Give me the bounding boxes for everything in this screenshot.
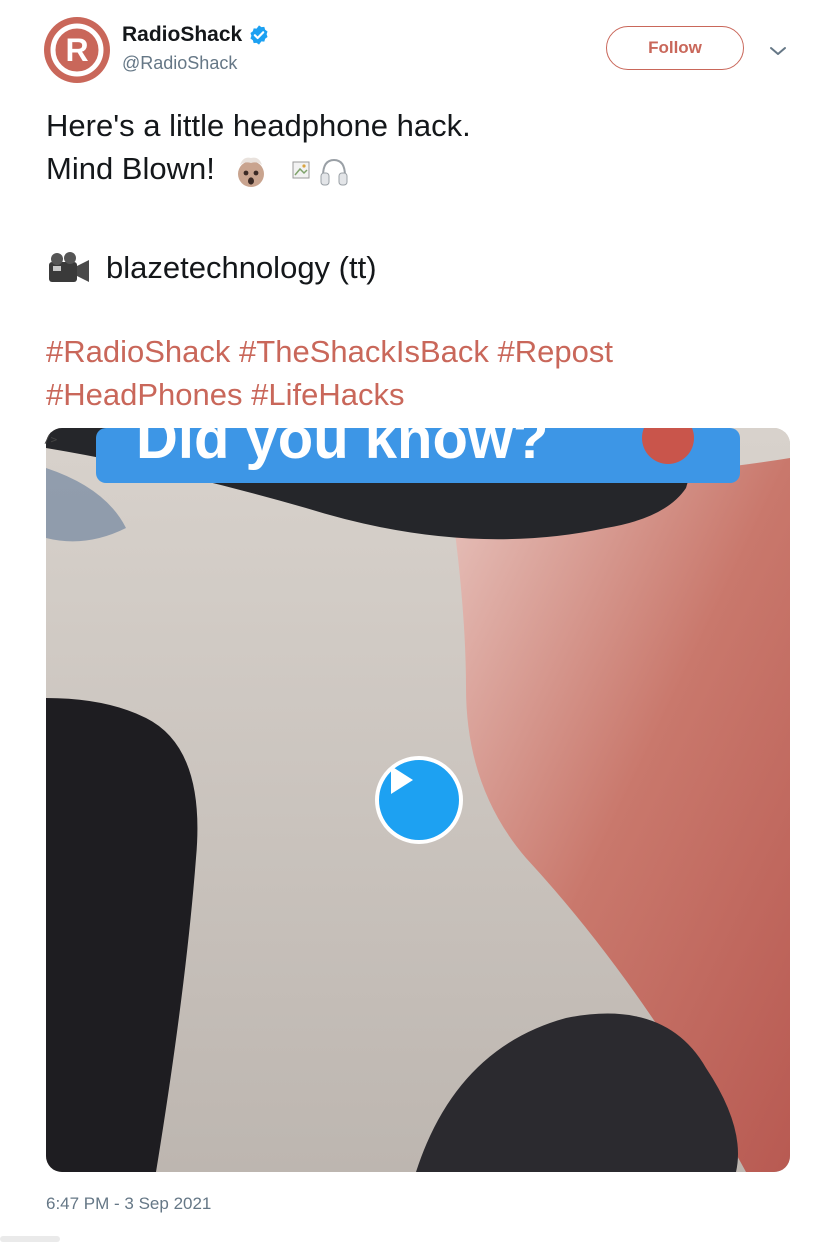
credit-text: blazetechnology (tt) <box>106 250 377 285</box>
tweet-text: Here's a little headphone hack. Mind Blo… <box>46 104 796 190</box>
hashtags: #RadioShack #TheShackIsBack #Repost #Hea… <box>46 330 806 416</box>
tweet-line-1: Here's a little headphone hack. <box>46 108 471 143</box>
avatar[interactable]: R <box>44 17 110 83</box>
radioshack-logo-icon: R <box>50 23 104 77</box>
hashtag-repost[interactable]: #Repost <box>498 334 613 369</box>
broken-markup: /> <box>44 433 58 446</box>
author-names: RadioShack @RadioShack <box>122 23 270 74</box>
headphone-icon <box>320 158 348 186</box>
timestamp[interactable]: 6:47 PM - 3 Sep 2021 <box>46 1194 211 1214</box>
tweet-header: R RadioShack @RadioShack Follow <box>44 17 804 87</box>
tweet-line-2-text: Mind Blown! <box>46 151 215 186</box>
broken-image-icon <box>292 161 310 179</box>
video-player[interactable]: Did you know? <box>46 428 790 1172</box>
play-button[interactable] <box>375 756 463 844</box>
exploding-head-emoji-icon <box>238 157 265 187</box>
hashtag-radioshack[interactable]: #RadioShack <box>46 334 230 369</box>
hashtag-theshackisback[interactable]: #TheShackIsBack <box>239 334 489 369</box>
chevron-down-icon[interactable] <box>766 39 790 63</box>
scrollbar-stub <box>0 1236 60 1242</box>
tweet-line-2: Mind Blown! <box>46 147 796 190</box>
svg-text:R: R <box>65 32 88 68</box>
hashtag-headphones[interactable]: #HeadPhones <box>46 377 243 412</box>
display-name[interactable]: RadioShack <box>122 23 242 47</box>
verified-badge-icon <box>250 25 268 45</box>
follow-button[interactable]: Follow <box>606 26 744 70</box>
hashtag-lifehacks[interactable]: #LifeHacks <box>251 377 404 412</box>
credit-line: blazetechnology (tt) <box>46 246 377 289</box>
play-icon <box>391 766 413 794</box>
video-camera-emoji-icon <box>49 251 89 282</box>
handle[interactable]: @RadioShack <box>122 53 270 74</box>
svg-text:Did you know?: Did you know? <box>136 428 548 471</box>
